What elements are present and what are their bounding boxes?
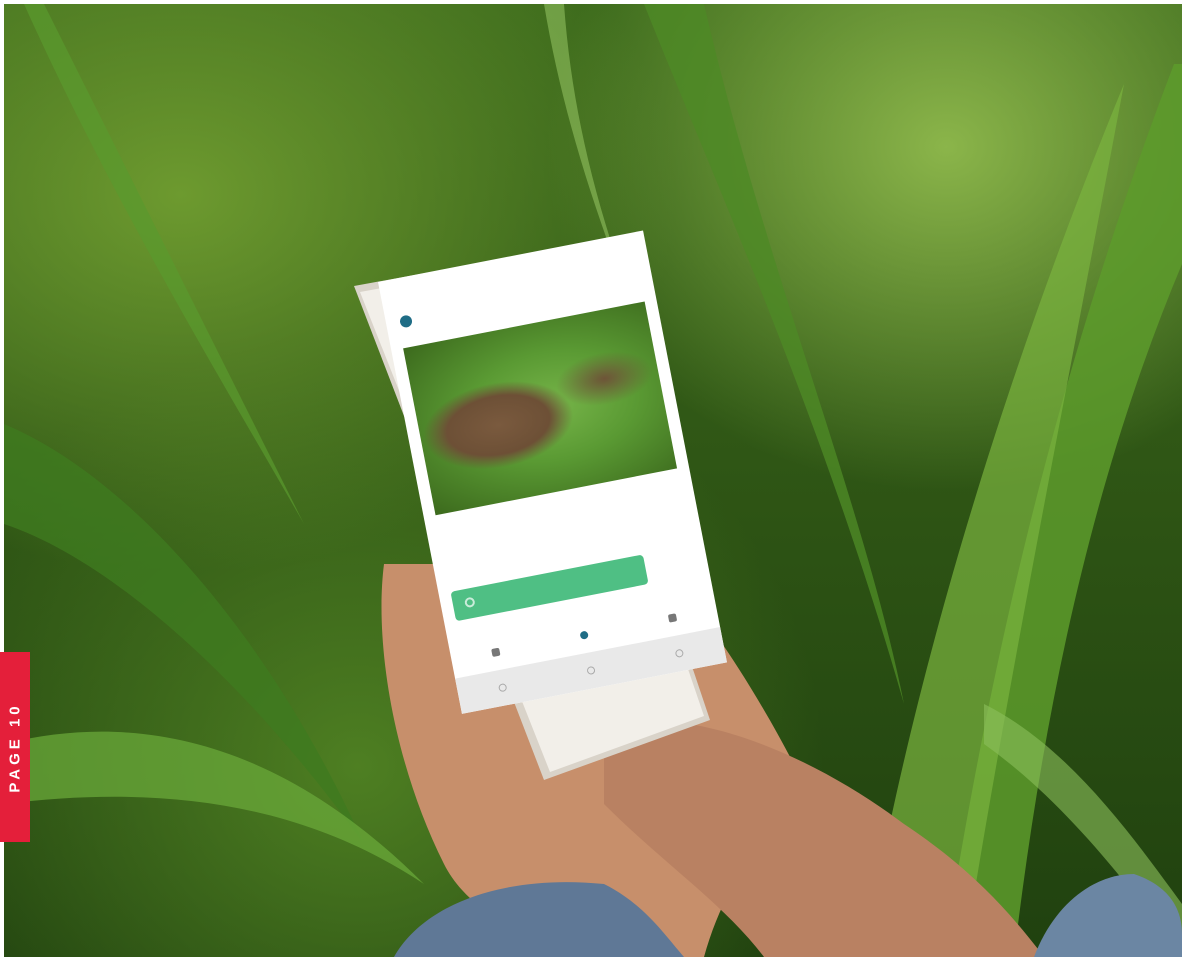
nav-item-home[interactable]	[491, 647, 501, 659]
diseased-leaf-photo[interactable]	[403, 301, 678, 516]
profile-icon	[667, 613, 678, 623]
page-number-tab: PAGE 10	[0, 652, 30, 842]
recents-icon[interactable]	[674, 648, 685, 659]
page-number-label: PAGE 10	[6, 701, 24, 793]
back-icon[interactable]	[498, 682, 508, 693]
scan-icon	[579, 630, 589, 640]
nav-item-profile[interactable]	[667, 613, 678, 624]
home-circle-icon[interactable]	[586, 665, 596, 676]
home-icon	[491, 647, 501, 658]
refresh-icon	[463, 596, 476, 609]
app-logo-icon	[398, 314, 414, 329]
nav-item-scan[interactable]	[579, 630, 589, 641]
